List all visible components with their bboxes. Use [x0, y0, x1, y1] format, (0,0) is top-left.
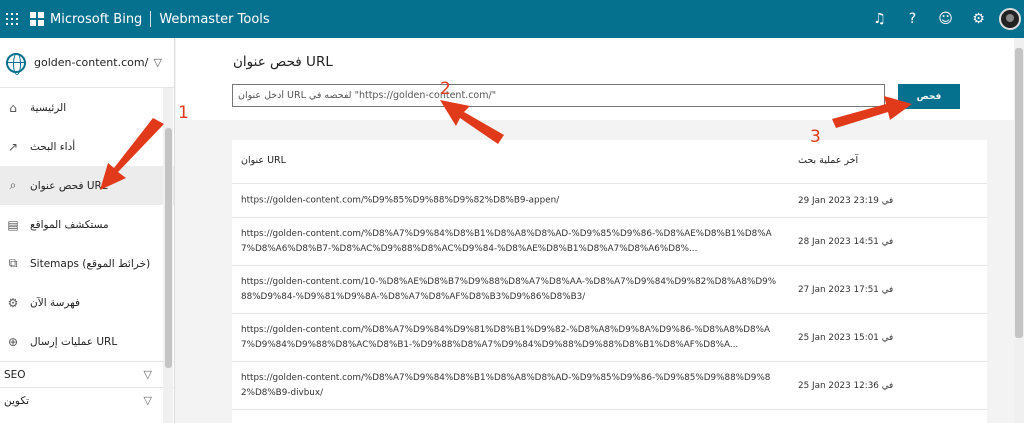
- top-bar: Microsoft Bing Webmaster Tools ♫ ? ☺ ⚙: [0, 0, 1024, 38]
- product-name[interactable]: Webmaster Tools: [159, 12, 269, 27]
- sitemap-icon: ⧉: [8, 256, 18, 270]
- sidebar-item-url-submission[interactable]: ⊕ عمليات إرسال URL: [0, 322, 174, 361]
- row-date: 28 Jan 2023 14:51 في: [798, 236, 894, 247]
- row-date: 25 Jan 2023 12:36 في: [798, 380, 894, 391]
- globe-submit-icon: ⊕: [7, 334, 19, 349]
- row-url[interactable]: https://golden-content.com/%D9%85%D9%88%…: [241, 193, 781, 208]
- table-header: عنوان URL آخر عملية بحث: [232, 140, 987, 184]
- main-scrollbar-thumb[interactable]: [1015, 48, 1023, 338]
- sidebar-item-indexnow[interactable]: ⚙ فهرسة الآن: [0, 283, 174, 322]
- sidebar-item-search-performance[interactable]: ↗ أداء البحث: [0, 127, 174, 166]
- sidebar-item-label: أداء البحث: [30, 140, 76, 153]
- sidebar: golden-content.com/ ▽ ⌂ الرئيسية ↗ أداء …: [0, 38, 175, 423]
- site-explorer-icon: ▤: [7, 217, 19, 232]
- row-url[interactable]: https://golden-content.com/%D8%A7%D9%84%…: [241, 323, 781, 353]
- sidebar-scrollbar-thumb[interactable]: [165, 128, 172, 368]
- sidebar-section-seo[interactable]: SEO ▽: [0, 361, 174, 387]
- help-icon[interactable]: ?: [896, 11, 929, 27]
- search-icon: ⌕: [9, 178, 17, 192]
- table-row[interactable]: https://golden-content.com/%D8%A7%D9%84%…: [232, 362, 987, 410]
- trend-icon: ↗: [7, 139, 19, 154]
- page-title: فحص عنوان URL: [233, 54, 333, 70]
- sidebar-item-label: الرئيسية: [30, 101, 67, 114]
- chevron-down-icon: ▽: [143, 394, 152, 407]
- settings-gear-icon[interactable]: ⚙: [962, 11, 995, 27]
- sidebar-section-config[interactable]: تكوين ▽: [0, 387, 174, 413]
- sidebar-item-label: Sitemaps (خرائط الموقع): [30, 257, 151, 270]
- indexnow-icon: ⚙: [7, 295, 19, 310]
- inspection-panel: فحص عنوان URL فحص: [176, 38, 1014, 120]
- chevron-down-icon: ▽: [143, 368, 152, 381]
- sidebar-item-label: فحص عنوان URL: [30, 179, 108, 192]
- microsoft-logo-icon: [30, 12, 44, 26]
- feedback-smiley-icon[interactable]: ☺: [929, 11, 962, 27]
- sidebar-item-label: مستكشف المواقع: [30, 218, 109, 231]
- row-url[interactable]: https://golden-content.com/%D8%A7%D9%84%…: [241, 371, 781, 401]
- table-row[interactable]: https://golden-content.com/%D8%A7%D9%84%…: [232, 218, 987, 266]
- table-row[interactable]: https://golden-content.com/%D9%85%D9%88%…: [232, 184, 987, 218]
- home-icon: ⌂: [9, 100, 17, 115]
- globe-icon: [6, 52, 26, 75]
- avatar[interactable]: [999, 8, 1021, 30]
- row-date: 27 Jan 2023 17:51 في: [798, 284, 894, 295]
- row-url[interactable]: https://golden-content.com/%D8%A7%D9%84%…: [241, 227, 781, 257]
- sidebar-item-label: عمليات إرسال URL: [30, 335, 118, 348]
- sidebar-item-site-explorer[interactable]: ▤ مستكشف المواقع: [0, 205, 174, 244]
- row-date: 29 Jan 2023 23:19 في: [798, 195, 894, 206]
- app-launcher-icon[interactable]: [6, 13, 18, 25]
- notification-bell-icon[interactable]: ♫: [863, 11, 896, 27]
- brand-divider: [150, 11, 152, 27]
- sidebar-item-url-inspection[interactable]: ⌕ فحص عنوان URL: [0, 166, 174, 205]
- row-date: 25 Jan 2023 15:01 في: [798, 332, 894, 343]
- chevron-down-icon[interactable]: ▽: [154, 56, 162, 69]
- site-name: golden-content.com/: [34, 56, 149, 69]
- sidebar-section-label: تكوين: [4, 394, 30, 407]
- url-input[interactable]: [232, 84, 885, 107]
- brand-name[interactable]: Microsoft Bing: [50, 12, 142, 27]
- sidebar-section-label: SEO: [4, 368, 26, 381]
- table-row[interactable]: https://golden-content.com/%D8%A7%D9%84%…: [232, 314, 987, 362]
- inspect-button[interactable]: فحص: [898, 84, 960, 109]
- history-table: عنوان URL آخر عملية بحث https://golden-c…: [232, 140, 987, 423]
- table-row[interactable]: https://golden-content.com/10-%D8%AE%D8%…: [232, 266, 987, 314]
- column-header-last-inspected: آخر عملية بحث: [798, 155, 859, 166]
- sidebar-item-sitemaps[interactable]: ⧉ Sitemaps (خرائط الموقع): [0, 244, 174, 283]
- row-url[interactable]: https://golden-content.com/10-%D8%AE%D8%…: [241, 275, 781, 305]
- site-selector[interactable]: golden-content.com/ ▽: [0, 38, 174, 88]
- sidebar-item-label: فهرسة الآن: [30, 296, 81, 309]
- column-header-url: عنوان URL: [241, 155, 286, 166]
- sidebar-item-home[interactable]: ⌂ الرئيسية: [0, 88, 174, 127]
